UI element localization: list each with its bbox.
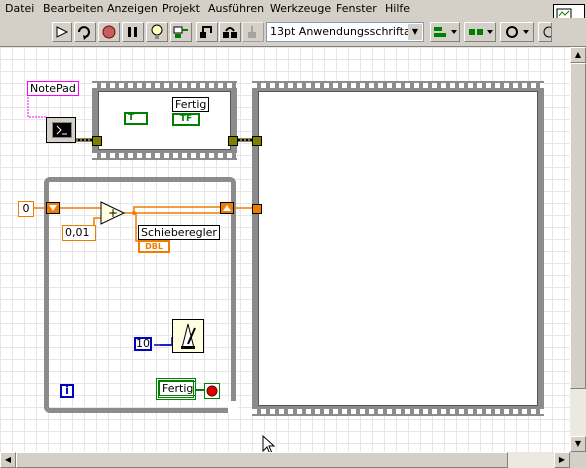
menu-fenster[interactable]: Fenster xyxy=(336,2,377,15)
while-loop[interactable] xyxy=(44,177,236,413)
shift-register-right[interactable] xyxy=(220,202,234,214)
iteration-terminal[interactable]: i xyxy=(60,384,74,398)
distribute-icon xyxy=(469,29,493,35)
run-continuously-button[interactable] xyxy=(74,22,96,42)
schieberegler-terminal[interactable]: DBL xyxy=(138,240,170,253)
add-function[interactable]: + xyxy=(100,201,126,228)
retain-wire-values-button[interactable] xyxy=(170,22,192,42)
step-into-button[interactable] xyxy=(196,22,218,42)
film-perforation-top xyxy=(252,83,544,88)
mouse-cursor-icon xyxy=(262,434,276,452)
true-constant[interactable]: T xyxy=(124,112,148,125)
fertig-local-variable[interactable]: TF xyxy=(172,113,200,126)
loop-condition-stop[interactable] xyxy=(204,383,220,399)
sequence-tunnel-mid[interactable] xyxy=(228,136,238,146)
film-perforation-bottom xyxy=(252,409,544,414)
shift-register-left[interactable] xyxy=(46,202,60,214)
sequence-tunnel-left[interactable] xyxy=(92,136,102,146)
reorder-button[interactable] xyxy=(500,22,534,42)
menu-datei[interactable]: Datei xyxy=(5,2,34,15)
schieberegler-label: Schieberegler xyxy=(138,225,220,240)
film-perforation-bottom xyxy=(92,153,237,158)
menu-anzeigen[interactable]: Anzeigen xyxy=(107,2,158,15)
block-diagram[interactable]: NotePad Fertig T TF 0 + 0,01 Schieberegl… xyxy=(0,47,570,452)
menu-hilfe[interactable]: Hilfe xyxy=(385,2,410,15)
zero-constant[interactable]: 0 xyxy=(18,201,34,217)
vertical-scroll-thumb[interactable] xyxy=(570,63,586,389)
toolbar-more-button[interactable] xyxy=(538,22,555,42)
horizontal-scrollbar[interactable]: ◀ ▶ xyxy=(0,452,570,468)
wait-ms-function[interactable] xyxy=(172,319,204,353)
terminal-icon xyxy=(52,122,72,138)
horizontal-scroll-thumb[interactable] xyxy=(16,452,508,468)
scroll-up-button[interactable]: ▲ xyxy=(570,47,586,63)
font-select-value: 13pt Anwendungsschriftart xyxy=(270,25,420,38)
iteration-symbol: i xyxy=(65,384,69,397)
menu-ausfuehren[interactable]: Ausführen xyxy=(208,2,264,15)
lightbulb-icon xyxy=(151,24,163,39)
scroll-left-button[interactable]: ◀ xyxy=(0,452,16,468)
sequence-frame-1[interactable] xyxy=(92,81,237,160)
menu-bearbeiten[interactable]: Bearbeiten xyxy=(43,2,103,15)
output-tunnel[interactable] xyxy=(252,204,262,214)
while-loop-gap xyxy=(228,401,238,413)
true-constant-text: T xyxy=(128,113,135,123)
step-out-button[interactable] xyxy=(242,22,264,42)
fertig-button-text: Fertig xyxy=(159,381,197,396)
sequence-frame-2[interactable] xyxy=(252,81,544,416)
fertig-button-terminal[interactable]: Fertig xyxy=(156,378,197,400)
highlight-execution-button[interactable] xyxy=(146,22,168,42)
chevron-down-icon: ▼ xyxy=(408,24,422,40)
font-select[interactable]: 13pt Anwendungsschriftart ▼ xyxy=(266,22,424,42)
fertig-indicator-label: Fertig xyxy=(172,97,210,112)
reorder-icon xyxy=(506,26,529,38)
metronome-icon xyxy=(181,323,196,349)
sequence-tunnel-right[interactable] xyxy=(252,136,262,146)
schieberegler-type: DBL xyxy=(145,242,163,251)
menu-projekt[interactable]: Projekt xyxy=(162,2,200,15)
align-objects-button[interactable] xyxy=(430,22,460,42)
wait-constant[interactable]: 10 xyxy=(134,337,152,351)
step-constant[interactable]: 0,01 xyxy=(62,225,96,241)
run-button[interactable] xyxy=(52,22,72,42)
step-over-button[interactable] xyxy=(219,22,241,42)
abort-button[interactable] xyxy=(98,22,120,42)
distribute-objects-button[interactable] xyxy=(464,22,496,42)
add-symbol: + xyxy=(108,206,118,220)
invoke-node[interactable] xyxy=(46,117,76,143)
scrollbar-corner xyxy=(570,452,586,468)
menu-bar: Datei Bearbeiten Anzeigen Projekt Ausfüh… xyxy=(0,0,586,18)
toolbar: 13pt Anwendungsschriftart ▼ xyxy=(0,18,586,47)
menu-werkzeuge[interactable]: Werkzeuge xyxy=(270,2,331,15)
fertig-local-variable-text: TF xyxy=(179,114,193,124)
notepad-label: NotePad xyxy=(27,81,79,96)
scroll-down-button[interactable]: ▼ xyxy=(570,436,586,452)
vertical-scrollbar[interactable]: ▲ ▼ xyxy=(570,47,586,452)
stop-icon xyxy=(206,385,218,397)
film-perforation-top xyxy=(92,83,237,88)
align-icon xyxy=(434,27,457,37)
pause-button[interactable] xyxy=(122,22,144,42)
scroll-right-button[interactable]: ▶ xyxy=(554,452,570,468)
sequence-frame-1-content xyxy=(98,91,231,150)
sequence-frame-2-content xyxy=(258,91,538,406)
